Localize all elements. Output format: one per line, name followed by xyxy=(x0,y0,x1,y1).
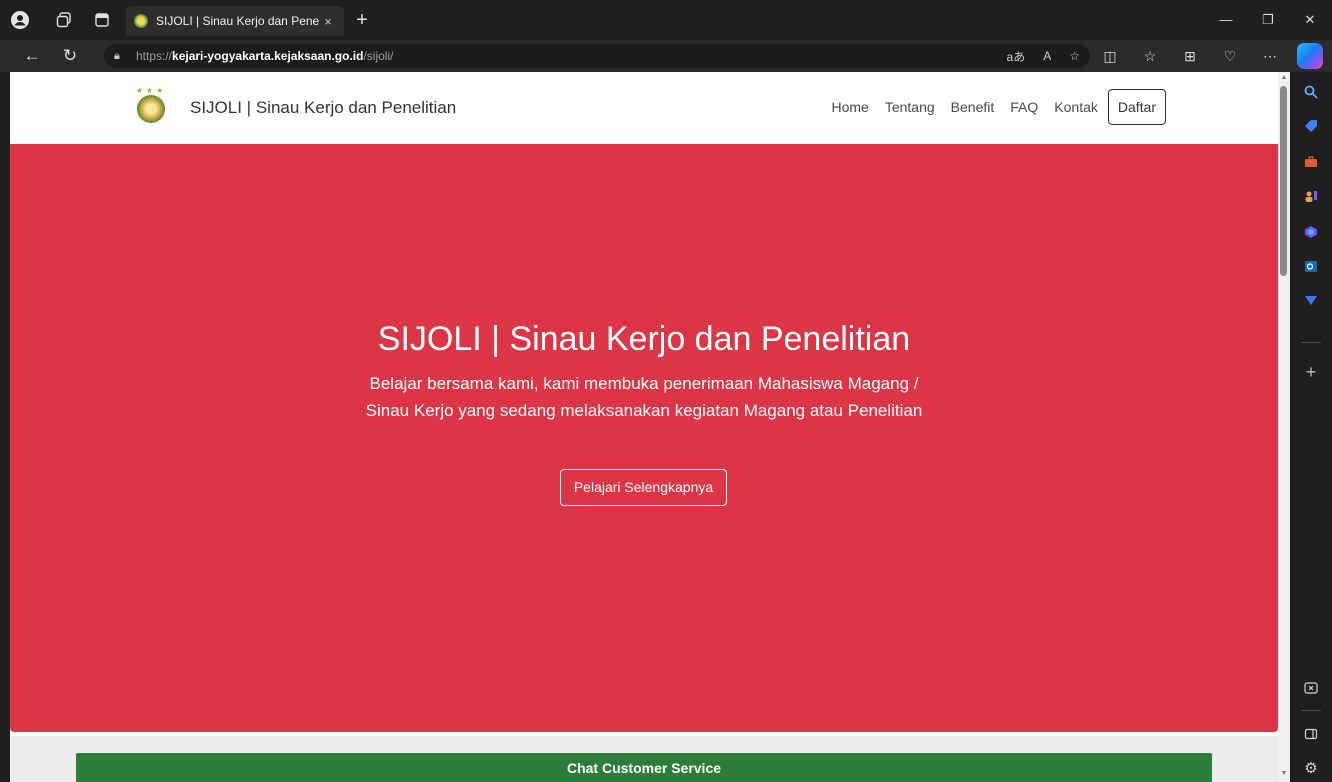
screenshot-icon[interactable] xyxy=(1299,676,1323,700)
chat-customer-service-button[interactable]: Chat Customer Service xyxy=(76,753,1212,782)
settings-icon[interactable]: ⚙ xyxy=(1299,756,1323,780)
search-icon[interactable] xyxy=(1299,80,1323,104)
favorite-star-icon[interactable]: ☆ xyxy=(1069,49,1080,63)
sidebar-divider xyxy=(1301,342,1321,343)
daftar-button[interactable]: Daftar xyxy=(1107,89,1166,125)
copilot-icon[interactable] xyxy=(1297,43,1323,69)
address-bar[interactable]: 🔒︎ https:// kejari-yogyakarta.kejaksaan.… xyxy=(104,44,1090,68)
office-icon[interactable] xyxy=(1299,220,1323,244)
minimize-icon[interactable]: — xyxy=(1214,10,1238,30)
learn-more-button[interactable]: Pelajari Selengkapnya xyxy=(560,469,727,506)
active-tab[interactable]: SIJOLI | Sinau Kerjo dan Penelitian × xyxy=(126,6,344,36)
translate-icon[interactable]: aあ xyxy=(1007,48,1026,65)
browser-essentials-icon[interactable]: ♡ xyxy=(1218,44,1242,68)
layout-icon[interactable] xyxy=(1299,722,1323,746)
hero-section: SIJOLI | Sinau Kerjo dan Penelitian Bela… xyxy=(10,144,1278,732)
send-icon[interactable] xyxy=(1299,288,1323,312)
split-screen-icon[interactable]: ◫ xyxy=(1098,44,1122,68)
address-bar-row: ← ↻ 🔒︎ https:// kejari-yogyakarta.kejaks… xyxy=(0,40,1332,72)
restore-icon[interactable]: ❐ xyxy=(1256,10,1280,30)
site-brand[interactable]: SIJOLI | Sinau Kerjo dan Penelitian xyxy=(190,98,456,118)
nav-kontak[interactable]: Kontak xyxy=(1054,89,1098,125)
new-tab-button[interactable]: + xyxy=(350,8,374,32)
nav-benefit[interactable]: Benefit xyxy=(951,89,995,125)
page-scrollbar[interactable]: ▲ ▼ xyxy=(1278,72,1290,782)
more-menu-icon[interactable]: ⋯ xyxy=(1258,44,1282,68)
workspaces-icon[interactable] xyxy=(52,8,76,32)
nav-faq[interactable]: FAQ xyxy=(1010,89,1038,125)
lock-icon[interactable]: 🔒︎ xyxy=(114,50,128,63)
outlook-icon[interactable] xyxy=(1299,254,1323,278)
refresh-icon[interactable]: ↻ xyxy=(58,44,82,68)
scroll-thumb[interactable] xyxy=(1280,86,1287,276)
sidebar-divider-lower xyxy=(1301,710,1321,711)
browser-tab-bar: SIJOLI | Sinau Kerjo dan Penelitian × + … xyxy=(0,0,1332,40)
url-path: /sijoli/ xyxy=(363,49,394,63)
url-host: kejari-yogyakarta.kejaksaan.go.id xyxy=(172,49,364,63)
add-icon[interactable]: + xyxy=(1299,360,1323,384)
edge-sidebar: + ⚙ xyxy=(1290,72,1332,782)
tab-actions-icon[interactable] xyxy=(90,8,114,32)
collections-icon[interactable]: ⊞ xyxy=(1178,44,1202,68)
people-icon[interactable] xyxy=(1299,184,1323,208)
page-viewport: ★★★ SIJOLI | Sinau Kerjo dan Penelitian … xyxy=(10,72,1288,782)
tag-icon[interactable] xyxy=(1299,114,1323,138)
scroll-down-arrow-icon[interactable]: ▼ xyxy=(1278,770,1290,777)
toolbox-icon[interactable] xyxy=(1299,150,1323,174)
scroll-up-arrow-icon[interactable]: ▲ xyxy=(1278,74,1290,81)
read-aloud-icon[interactable]: A xyxy=(1043,49,1051,63)
close-tab-icon[interactable]: × xyxy=(320,14,336,29)
back-arrow-icon[interactable]: ← xyxy=(20,44,44,68)
nav-tentang[interactable]: Tentang xyxy=(885,89,935,125)
favorites-icon[interactable]: ☆ xyxy=(1138,44,1162,68)
site-favicon-icon xyxy=(134,14,148,28)
url-scheme: https:// xyxy=(136,49,173,63)
kejaksaan-logo[interactable]: ★★★ xyxy=(134,86,168,124)
profile-icon[interactable] xyxy=(8,8,32,32)
logo-emblem xyxy=(137,95,165,123)
tab-title: SIJOLI | Sinau Kerjo dan Penelitian xyxy=(156,14,320,28)
site-navbar: ★★★ SIJOLI | Sinau Kerjo dan Penelitian … xyxy=(10,72,1288,144)
hero-title: SIJOLI | Sinau Kerjo dan Penelitian xyxy=(377,320,911,358)
main-menu: Home Tentang Benefit FAQ Kontak Daftar xyxy=(815,89,1166,125)
nav-home[interactable]: Home xyxy=(831,89,868,125)
hero-description: Belajar bersama kami, kami membuka pener… xyxy=(365,374,923,420)
close-window-icon[interactable]: ✕ xyxy=(1298,10,1322,30)
logo-stars: ★★★ xyxy=(135,86,167,95)
